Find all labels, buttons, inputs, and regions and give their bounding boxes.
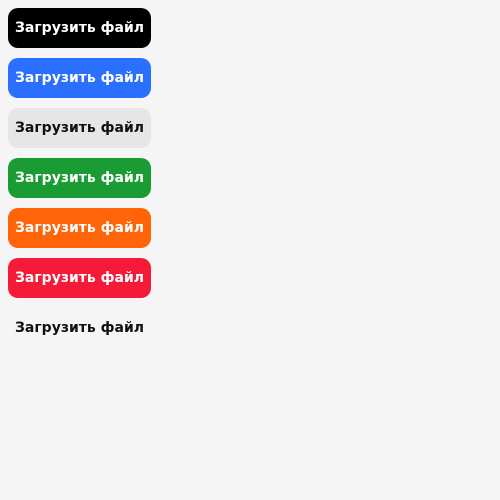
- upload-file-button-black[interactable]: Загрузить файл: [8, 8, 151, 48]
- upload-file-button-red[interactable]: Загрузить файл: [8, 258, 151, 298]
- upload-file-button-blue[interactable]: Загрузить файл: [8, 58, 151, 98]
- upload-file-button-orange[interactable]: Загрузить файл: [8, 208, 151, 248]
- upload-file-button-green[interactable]: Загрузить файл: [8, 158, 151, 198]
- upload-file-button-gray[interactable]: Загрузить файл: [8, 108, 151, 148]
- upload-file-button-ghost[interactable]: Загрузить файл: [8, 308, 151, 348]
- upload-button-variants: Загрузить файл Загрузить файл Загрузить …: [8, 8, 151, 348]
